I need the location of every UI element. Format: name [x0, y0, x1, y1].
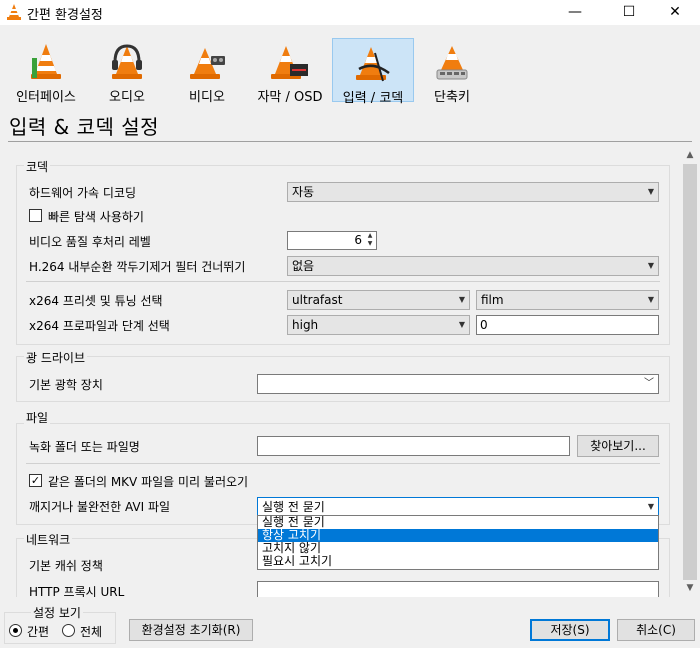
- codec-group-title: 코덱: [24, 158, 51, 175]
- chevron-down-icon: ▼: [647, 261, 654, 270]
- files-group-title: 파일: [24, 409, 51, 426]
- optical-device-label: 기본 광학 장치: [29, 378, 103, 392]
- divider: [26, 463, 660, 464]
- record-path-label: 녹화 폴더 또는 파일명: [29, 440, 140, 454]
- x264-profile-select[interactable]: high ▼: [287, 315, 470, 335]
- optical-device-select[interactable]: ﹀: [257, 374, 659, 394]
- all-radio-label: 전체: [80, 625, 103, 639]
- mkv-preload-label: 같은 폴더의 MKV 파일을 미리 불러오기: [48, 475, 249, 489]
- x264-preset-select[interactable]: ultrafast ▼: [287, 290, 470, 310]
- input-codec-cone-icon: [356, 47, 390, 82]
- h264-skip-label: H.264 내부순환 깍두기제거 필터 건너뛰기: [29, 260, 246, 274]
- category-hotkeys[interactable]: 단축키: [420, 38, 484, 105]
- x264-profile-label: x264 프로파일과 단계 선택: [29, 319, 170, 333]
- hw-decoding-label: 하드웨어 가속 디코딩: [29, 186, 136, 200]
- subtitles-cone-icon: [271, 46, 308, 79]
- category-label: 인터페이스: [16, 90, 76, 105]
- x264-preset-label: x264 프리셋 및 튜닝 선택: [29, 294, 163, 308]
- browse-button[interactable]: 찾아보기...: [577, 435, 659, 457]
- chevron-down-icon: ▼: [647, 295, 654, 304]
- chevron-down-icon: ▼: [458, 320, 465, 329]
- close-button[interactable]: ✕: [652, 0, 698, 25]
- category-interface[interactable]: 인터페이스: [6, 38, 86, 105]
- title-bar: 간편 환경설정 — ☐ ✕: [0, 0, 700, 25]
- category-label: 입력 / 코덱: [342, 91, 404, 106]
- simple-radio[interactable]: [9, 624, 22, 637]
- x264-tune-select[interactable]: film ▼: [476, 290, 659, 310]
- category-subtitles-osd[interactable]: 자막 / OSD: [250, 38, 330, 105]
- x264-profile-value: high: [292, 318, 319, 332]
- avi-repair-label: 깨지거나 불완전한 AVI 파일: [29, 500, 171, 514]
- audio-cone-icon: [112, 44, 142, 79]
- h264-skip-select[interactable]: 없음 ▼: [287, 256, 659, 276]
- x264-preset-value: ultrafast: [292, 293, 343, 307]
- reset-preferences-button[interactable]: 환경설정 초기화(R): [129, 619, 253, 641]
- optical-group-title: 광 드라이브: [24, 349, 88, 366]
- cancel-button[interactable]: 취소(C): [617, 619, 695, 641]
- vertical-scrollbar[interactable]: ▲ ▼: [682, 147, 698, 597]
- show-settings-title: 설정 보기: [31, 604, 83, 621]
- category-video[interactable]: 비디오: [170, 38, 244, 105]
- hotkeys-cone-icon: [436, 46, 468, 80]
- scroll-up-icon[interactable]: ▲: [682, 147, 698, 164]
- category-label: 오디오: [109, 90, 145, 105]
- scrollbar-thumb[interactable]: [683, 164, 697, 580]
- divider: [26, 281, 660, 282]
- interface-cone-icon: [31, 44, 61, 79]
- divider: [8, 141, 692, 142]
- caching-label: 기본 캐쉬 정책: [29, 559, 103, 573]
- video-cone-icon: [190, 48, 225, 79]
- pp-quality-label: 비디오 품질 후처리 레벨: [29, 235, 151, 249]
- category-label: 비디오: [189, 90, 225, 105]
- x264-level-value: 0: [480, 318, 488, 332]
- mkv-preload-checkbox[interactable]: ✓: [29, 474, 42, 487]
- category-input-codec[interactable]: 입력 / 코덱: [332, 38, 414, 106]
- record-path-input[interactable]: [257, 436, 570, 456]
- pp-quality-spinbox[interactable]: 6 ▲ ▼: [287, 231, 377, 250]
- fast-seek-label: 빠른 탐색 사용하기: [48, 210, 144, 224]
- chevron-down-icon: ▼: [647, 502, 654, 511]
- hw-decoding-value: 자동: [292, 185, 315, 199]
- all-radio[interactable]: [62, 624, 75, 637]
- fast-seek-checkbox[interactable]: [29, 209, 42, 222]
- spin-up-icon[interactable]: ▲: [365, 232, 375, 240]
- chevron-down-icon: ▼: [458, 295, 465, 304]
- save-button[interactable]: 저장(S): [530, 619, 610, 641]
- category-label: 자막 / OSD: [257, 90, 323, 105]
- spin-down-icon[interactable]: ▼: [365, 240, 375, 248]
- scroll-down-icon[interactable]: ▼: [682, 580, 698, 597]
- proxy-input[interactable]: [257, 581, 659, 597]
- category-audio[interactable]: 오디오: [92, 38, 162, 105]
- dropdown-option[interactable]: 필요시 고치기: [258, 555, 658, 568]
- x264-level-input[interactable]: 0: [476, 315, 659, 335]
- avi-repair-value: 실행 전 묻기: [262, 500, 325, 514]
- maximize-button[interactable]: ☐: [606, 0, 652, 25]
- window-title: 간편 환경설정: [27, 8, 103, 23]
- chevron-down-icon: ▼: [647, 187, 654, 196]
- x264-tune-value: film: [481, 293, 504, 307]
- category-label: 단축키: [434, 90, 470, 105]
- avi-repair-dropdown[interactable]: 실행 전 묻기 항상 고치기 고치지 않기 필요시 고치기: [257, 515, 659, 570]
- chevron-down-icon: ﹀: [644, 378, 654, 389]
- proxy-label: HTTP 프록시 URL: [29, 585, 125, 597]
- pp-quality-value: 6: [354, 233, 362, 247]
- vlc-app-icon: [7, 4, 21, 20]
- avi-repair-select[interactable]: 실행 전 묻기 ▼: [257, 497, 659, 517]
- page-title: 입력 & 코덱 설정: [9, 115, 160, 139]
- h264-skip-value: 없음: [292, 259, 315, 273]
- simple-radio-label: 간편: [27, 625, 50, 639]
- minimize-button[interactable]: —: [552, 0, 598, 25]
- hw-decoding-select[interactable]: 자동 ▼: [287, 182, 659, 202]
- network-group-title: 네트워크: [24, 531, 73, 548]
